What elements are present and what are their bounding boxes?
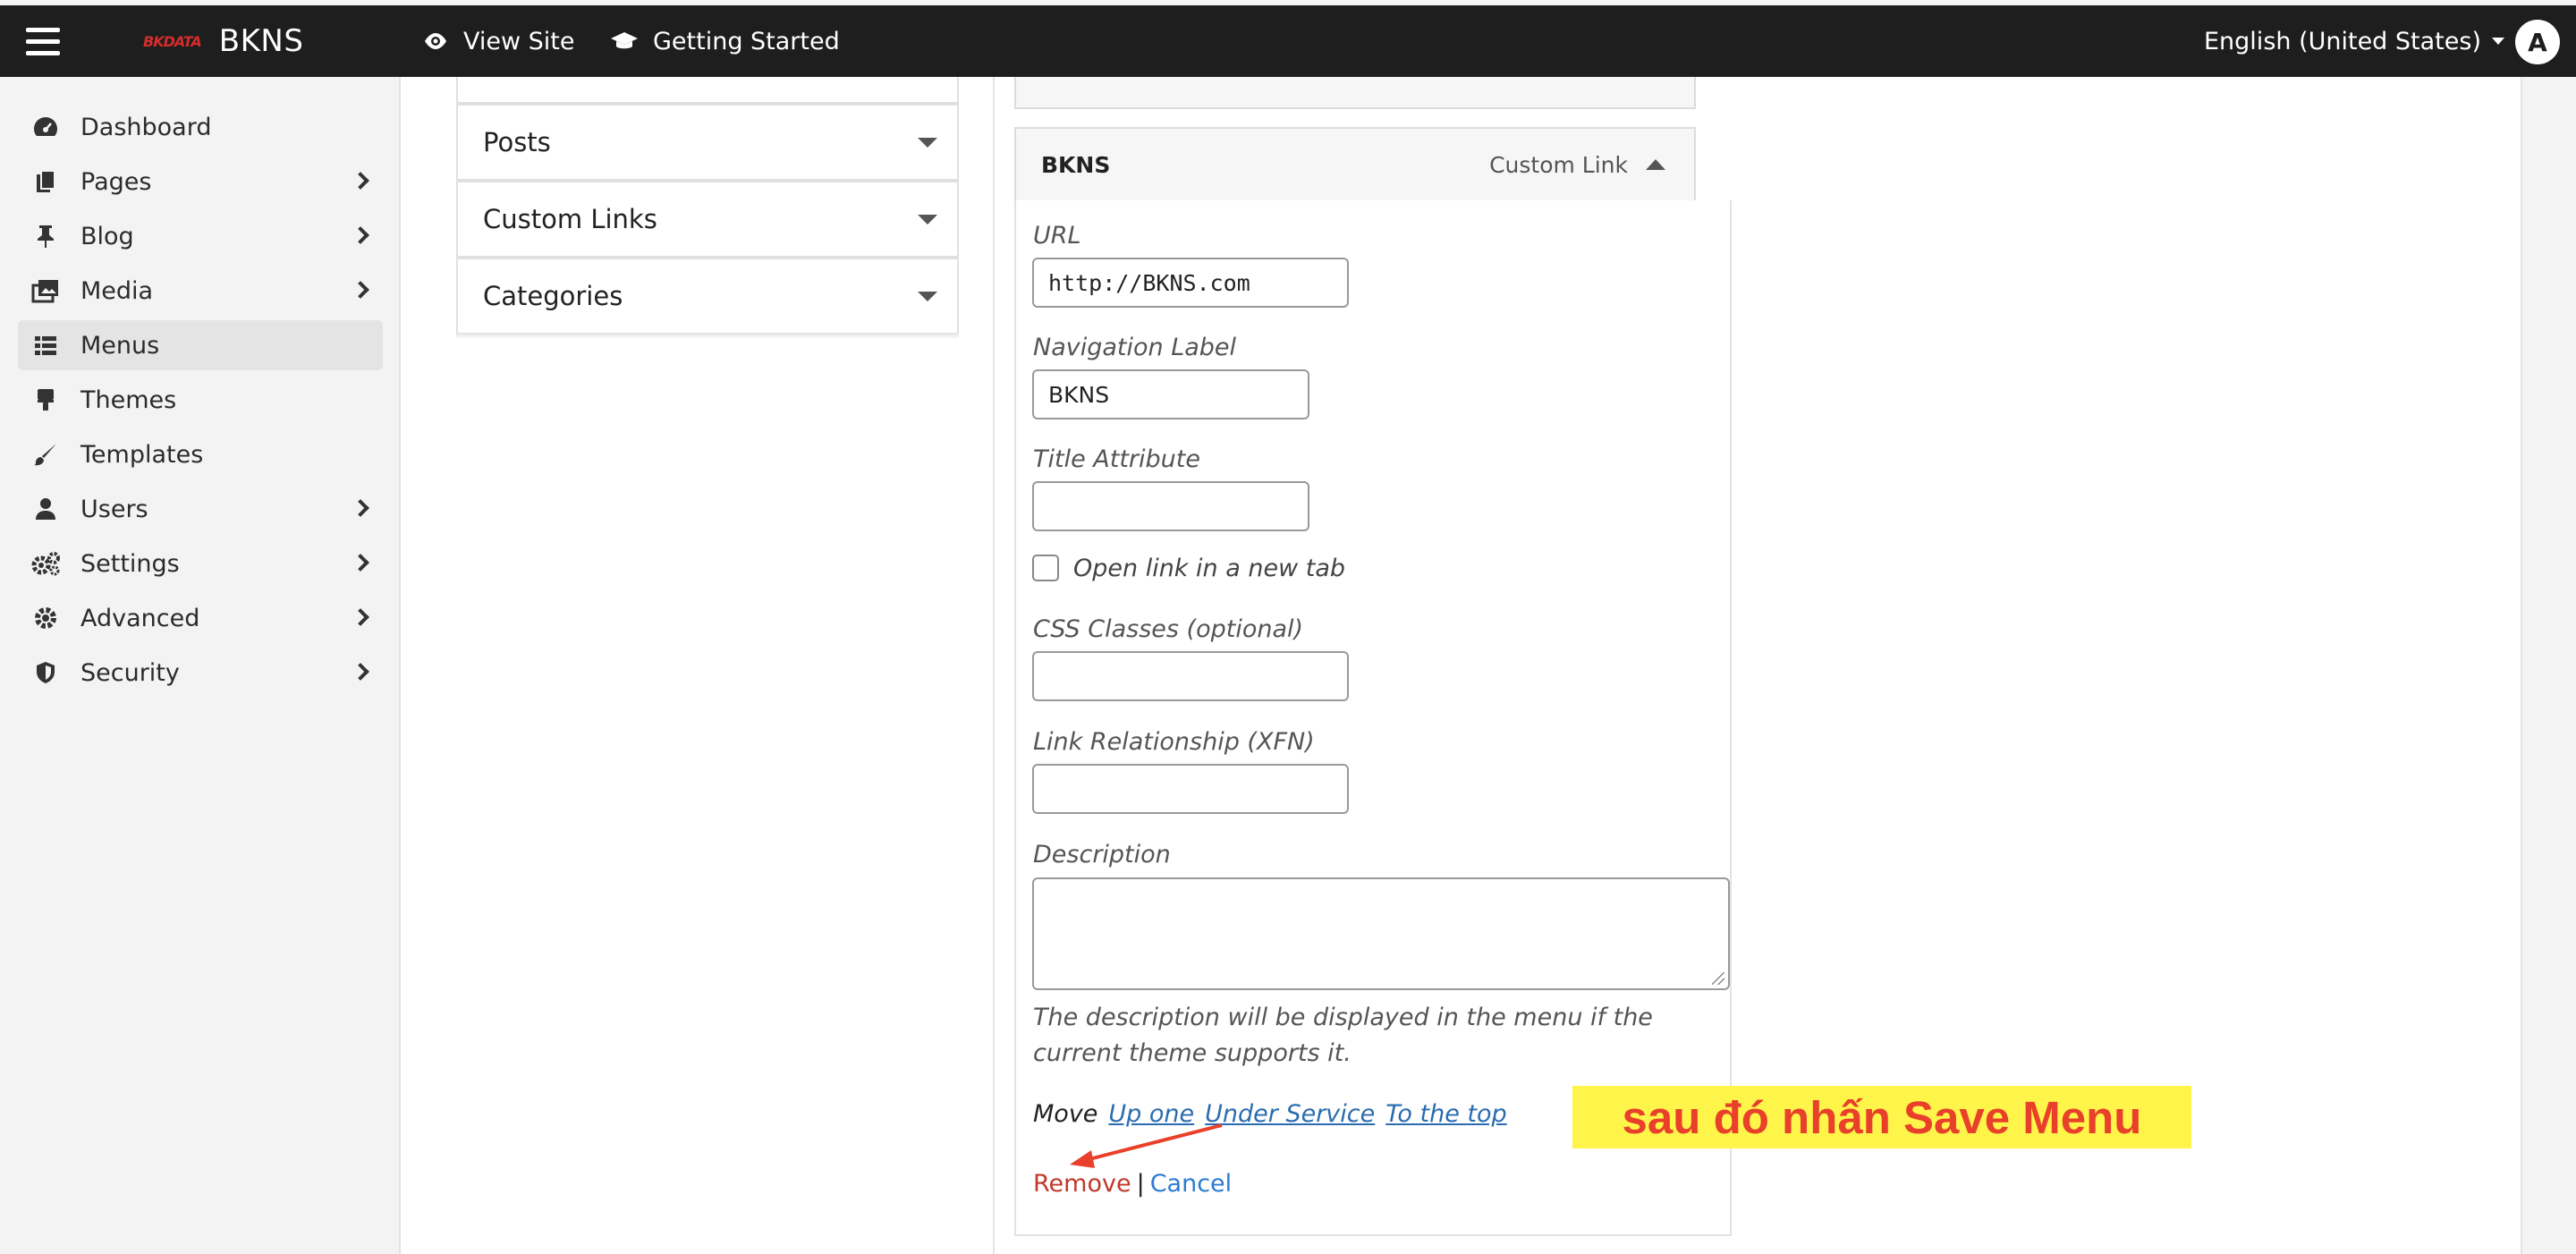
sidebar-item-label: Menus (80, 331, 160, 360)
menu-item-type: Custom Link (1489, 151, 1628, 178)
navigation-label-input[interactable]: BKNS (1032, 369, 1309, 419)
annotation-arrow-icon (1070, 1123, 1223, 1168)
accordion-label: Categories (483, 281, 623, 311)
caret-down-icon (918, 138, 937, 148)
gears-icon (30, 548, 61, 579)
css-classes-input[interactable] (1032, 651, 1349, 701)
sidebar-item-themes[interactable]: Themes (18, 375, 383, 425)
sidebar-item-label: Pages (80, 167, 152, 196)
sidebar-item-label: Security (80, 658, 180, 687)
sidebar-item-label: Media (80, 276, 154, 305)
brush-roller-icon (30, 385, 61, 415)
sidebar-item-label: Themes (80, 386, 177, 414)
user-icon (30, 494, 61, 524)
sidebar-item-label: Blog (80, 222, 134, 250)
logo-mark: BKDATA (143, 32, 202, 50)
sidebar-item-menus[interactable]: Menus (18, 320, 383, 370)
sidebar-item-label: Templates (80, 440, 204, 469)
pages-icon (30, 166, 61, 197)
sidebar-item-label: Users (80, 495, 148, 523)
sidebar-item-label: Advanced (80, 604, 200, 632)
chevron-right-icon (352, 226, 369, 244)
list-icon (30, 330, 61, 360)
sidebar-item-blog[interactable]: Blog (18, 211, 383, 261)
description-help-text: The description will be displayed in the… (1033, 1004, 1653, 1067)
chevron-right-icon (352, 608, 369, 626)
menu-item-previous[interactable] (1014, 77, 1696, 109)
chevron-right-icon (352, 281, 369, 299)
url-label: URL (1033, 222, 1081, 250)
brush-icon (30, 439, 61, 470)
open-new-tab-checkbox[interactable] (1032, 555, 1059, 581)
dashboard-icon (30, 112, 61, 142)
accordion-categories[interactable]: Categories (456, 258, 959, 335)
menu-item-header[interactable]: BKNS Custom Link (1014, 127, 1696, 202)
accordion-custom-links[interactable]: Custom Links (456, 181, 959, 258)
view-site-link[interactable]: View Site (422, 5, 575, 77)
sidebar-item-label: Settings (80, 549, 180, 578)
sidebar-item-advanced[interactable]: Advanced (18, 593, 383, 643)
media-icon (30, 275, 61, 306)
accordion-label: Posts (483, 127, 551, 157)
getting-started-label: Getting Started (653, 27, 840, 55)
cancel-link[interactable]: Cancel (1150, 1170, 1232, 1198)
sidebar-item-dashboard[interactable]: Dashboard (18, 102, 383, 152)
sidebar-item-users[interactable]: Users (18, 484, 383, 534)
gear-icon (30, 603, 61, 633)
sidebar-item-templates[interactable]: Templates (18, 429, 383, 479)
chevron-right-icon (352, 554, 369, 572)
annotation-text: sau đó nhấn Save Menu (1622, 1091, 2142, 1143)
chevron-right-icon (352, 499, 369, 517)
language-label: English (United States) (2204, 27, 2481, 55)
accordion-top-section (456, 77, 959, 104)
url-input[interactable]: http://BKNS.com (1032, 258, 1349, 308)
sidebar-item-pages[interactable]: Pages (18, 157, 383, 207)
css-classes-label: CSS Classes (optional) (1033, 615, 1304, 643)
caret-up-icon[interactable] (1646, 159, 1665, 170)
graduation-cap-icon (611, 32, 638, 49)
sidebar-item-settings[interactable]: Settings (18, 538, 383, 589)
accordion-shadow (456, 334, 959, 339)
menu-item-title: BKNS (1041, 151, 1111, 178)
brand-name: BKNS (218, 23, 304, 59)
open-new-tab-label[interactable]: Open link in a new tab (1073, 555, 1345, 582)
navigation-label-label: Navigation Label (1033, 334, 1237, 361)
view-site-label: View Site (463, 27, 575, 55)
shield-icon (30, 657, 61, 688)
remove-cancel-row: Remove | Cancel (1033, 1170, 1232, 1198)
title-attribute-label: Title Attribute (1033, 445, 1200, 473)
chevron-right-icon (352, 663, 369, 681)
eye-icon (425, 33, 446, 49)
accordion-posts[interactable]: Posts (456, 104, 959, 181)
link-relationship-label: Link Relationship (XFN) (1033, 728, 1315, 756)
getting-started-link[interactable]: Getting Started (610, 5, 840, 77)
move-to-top-link[interactable]: To the top (1385, 1100, 1506, 1128)
remove-link[interactable]: Remove (1033, 1170, 1131, 1198)
avatar[interactable]: A (2515, 20, 2560, 64)
chevron-right-icon (352, 172, 369, 190)
caret-down-icon (918, 215, 937, 225)
resize-grip-icon[interactable] (1712, 972, 1724, 985)
pin-icon (30, 221, 61, 251)
hamburger-menu-icon[interactable] (25, 5, 61, 77)
caret-down-icon (2491, 38, 2504, 45)
right-gutter (2521, 77, 2576, 1254)
separator: | (1136, 1170, 1145, 1198)
annotation-callout: sau đó nhấn Save Menu (1572, 1086, 2191, 1148)
description-textarea[interactable] (1032, 877, 1730, 990)
language-dropdown[interactable]: English (United States) (2204, 5, 2504, 77)
description-label: Description (1033, 841, 1171, 868)
site-logo[interactable]: BKDATA BKNS (143, 5, 303, 77)
sidebar-item-security[interactable]: Security (18, 648, 383, 698)
accordion-label: Custom Links (483, 204, 657, 234)
caret-down-icon (918, 292, 937, 301)
title-attribute-input[interactable] (1032, 481, 1309, 531)
top-bar: BKDATA BKNS View Site Getting Started En… (0, 0, 2576, 77)
sidebar-item-label: Dashboard (80, 113, 212, 141)
sidebar-item-media[interactable]: Media (18, 266, 383, 316)
link-relationship-input[interactable] (1032, 764, 1349, 814)
